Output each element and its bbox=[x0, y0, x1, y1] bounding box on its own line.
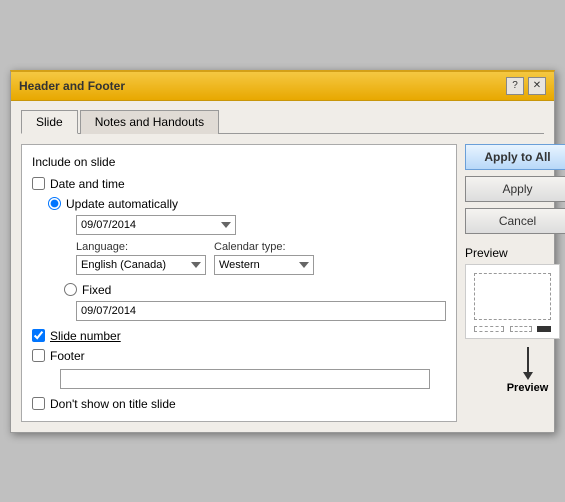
radio-group: Update automatically 09/07/2014 Language… bbox=[48, 197, 446, 321]
update-auto-row: Update automatically bbox=[48, 197, 446, 211]
arrow-shaft bbox=[527, 347, 529, 372]
slide-number-label: Slide number bbox=[50, 329, 121, 343]
calendar-group: Calendar type: Western bbox=[214, 241, 314, 275]
dialog-body: Slide Notes and Handouts Include on slid… bbox=[11, 101, 554, 432]
dont-show-label: Don't show on title slide bbox=[50, 397, 176, 411]
preview-dash-left bbox=[474, 326, 504, 332]
fixed-row: Fixed bbox=[64, 283, 446, 297]
arrow-head-down bbox=[523, 372, 533, 380]
tab-notes-handouts[interactable]: Notes and Handouts bbox=[80, 110, 219, 134]
footer-checkbox[interactable] bbox=[32, 349, 45, 362]
footer-input[interactable] bbox=[60, 369, 430, 389]
update-auto-radio[interactable] bbox=[48, 197, 61, 210]
preview-section: Preview bbox=[465, 246, 565, 339]
left-panel: Include on slide Date and time Update au… bbox=[21, 144, 457, 422]
date-time-row: Date and time bbox=[32, 177, 446, 191]
date-time-checkbox[interactable] bbox=[32, 177, 45, 190]
title-bar-controls: ? ✕ bbox=[506, 77, 546, 95]
apply-button[interactable]: Apply bbox=[465, 176, 565, 202]
date-dropdown-row: 09/07/2014 bbox=[76, 215, 446, 235]
slide-number-row: Slide number bbox=[32, 329, 446, 343]
dont-show-row: Don't show on title slide bbox=[32, 397, 446, 411]
preview-caption: Preview bbox=[507, 382, 549, 394]
help-button[interactable]: ? bbox=[506, 77, 524, 95]
language-group: Language: English (Canada) bbox=[76, 241, 206, 275]
fixed-label: Fixed bbox=[82, 283, 111, 297]
footer-input-row bbox=[60, 369, 446, 389]
preview-bottom bbox=[470, 324, 555, 334]
section-label: Include on slide bbox=[32, 155, 446, 169]
tab-slide[interactable]: Slide bbox=[21, 110, 78, 134]
dont-show-checkbox[interactable] bbox=[32, 397, 45, 410]
title-bar: Header and Footer ? ✕ bbox=[11, 72, 554, 101]
fixed-radio[interactable] bbox=[64, 283, 77, 296]
tab-bar: Slide Notes and Handouts bbox=[21, 109, 544, 134]
preview-dash-right bbox=[537, 326, 551, 332]
preview-slide-area bbox=[474, 273, 551, 320]
slide-number-checkbox[interactable] bbox=[32, 329, 45, 342]
calendar-select[interactable]: Western bbox=[214, 255, 314, 275]
footer-label: Footer bbox=[50, 349, 85, 363]
close-button[interactable]: ✕ bbox=[528, 77, 546, 95]
date-select[interactable]: 09/07/2014 bbox=[76, 215, 236, 235]
header-footer-dialog: Header and Footer ? ✕ Slide Notes and Ha… bbox=[10, 70, 555, 433]
preview-box bbox=[465, 264, 560, 339]
cancel-button[interactable]: Cancel bbox=[465, 208, 565, 234]
right-panel: Apply to All Apply Cancel Preview bbox=[465, 144, 565, 422]
lang-cal-row: Language: English (Canada) Calendar type… bbox=[76, 241, 446, 275]
update-auto-label: Update automatically bbox=[66, 197, 178, 211]
fixed-input-row bbox=[76, 301, 446, 321]
fixed-date-input[interactable] bbox=[76, 301, 446, 321]
preview-dash-center bbox=[510, 326, 532, 332]
preview-label: Preview bbox=[465, 246, 508, 260]
language-label: Language: bbox=[76, 241, 206, 253]
dialog-title: Header and Footer bbox=[19, 79, 125, 93]
footer-checkbox-row: Footer bbox=[32, 349, 446, 363]
content-area: Include on slide Date and time Update au… bbox=[21, 134, 544, 422]
apply-to-all-button[interactable]: Apply to All bbox=[465, 144, 565, 170]
preview-arrow-container: Preview bbox=[485, 347, 565, 394]
date-time-label: Date and time bbox=[50, 177, 125, 191]
language-select[interactable]: English (Canada) bbox=[76, 255, 206, 275]
calendar-label: Calendar type: bbox=[214, 241, 314, 253]
